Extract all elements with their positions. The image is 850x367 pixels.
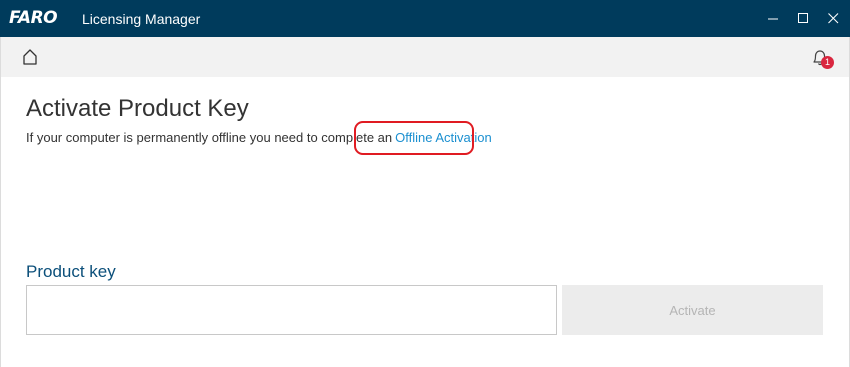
maximize-icon	[797, 13, 808, 23]
notifications-button[interactable]: 1	[809, 46, 834, 70]
close-icon	[827, 13, 838, 24]
app-title: Licensing Manager	[82, 11, 201, 27]
toolbar: 1	[0, 37, 850, 77]
close-button[interactable]	[816, 0, 850, 37]
minimize-button[interactable]	[756, 0, 790, 37]
notification-badge: 1	[821, 56, 834, 69]
page-title: Activate Product Key	[26, 95, 249, 122]
title-bar: FARO Licensing Manager	[0, 0, 850, 37]
annotation-highlight	[354, 121, 474, 155]
description-text: If your computer is permanently offline …	[26, 130, 393, 145]
maximize-button[interactable]	[786, 0, 820, 37]
faro-logo: FARO	[9, 8, 58, 28]
product-key-input[interactable]	[26, 285, 557, 335]
product-key-label: Product key	[26, 262, 116, 281]
window-border-left	[0, 37, 1, 367]
home-button[interactable]	[20, 47, 40, 67]
home-icon	[23, 49, 37, 65]
activate-button[interactable]: Activate	[562, 285, 823, 335]
minimize-icon	[767, 18, 778, 20]
